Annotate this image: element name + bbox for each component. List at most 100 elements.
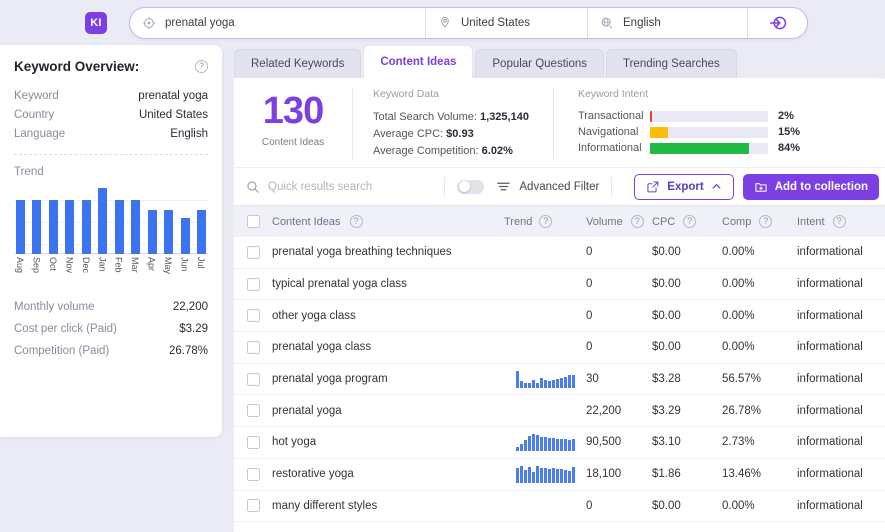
question-mark-icon[interactable]: ? (759, 215, 773, 228)
intent-row: Transactional 2% (578, 108, 810, 124)
row-select-cell[interactable] (234, 499, 272, 513)
language-select[interactable]: English (587, 7, 747, 38)
cell-trend-sparkline (504, 339, 586, 356)
column-intent[interactable]: Intent ? (797, 215, 885, 228)
row-select-cell[interactable] (234, 467, 272, 481)
content-ideas-count: 130 (262, 90, 324, 132)
keyword-search-segment[interactable]: prenatal yoga (130, 8, 425, 38)
country-select[interactable]: United States (425, 7, 587, 38)
sparkline-bar (555, 379, 559, 388)
intent-percent: 84% (777, 142, 800, 154)
sparkline-bar (563, 377, 567, 388)
cell-content-idea[interactable]: prenatal yoga program (272, 373, 504, 385)
cell-comp: 0.00% (722, 278, 755, 291)
trend-x-label: Aug (15, 257, 25, 274)
add-to-collection-button[interactable]: Add to collection (742, 173, 879, 200)
intent-percent: 2% (777, 110, 794, 122)
trend-bar (180, 217, 190, 254)
row-select-cell[interactable] (234, 372, 272, 386)
results-toggle[interactable] (457, 179, 485, 194)
export-button[interactable]: Export (634, 173, 734, 200)
sparkline-bar (539, 436, 543, 451)
row-select-cell[interactable] (234, 340, 272, 354)
intent-percent: 15% (777, 126, 800, 138)
column-trend[interactable]: Trend ? (504, 215, 586, 228)
trend-x-label: Jan (97, 257, 108, 272)
tab-content-ideas[interactable]: Content Ideas (363, 45, 474, 78)
column-content-ideas[interactable]: Content Ideas ? (272, 215, 504, 228)
table-row[interactable]: typical prenatal yoga class 0 $0.00 0.00% in… (234, 269, 885, 301)
tab-related-keywords[interactable]: Related Keywords (234, 49, 362, 78)
cell-cpc: $1.86 (652, 468, 681, 481)
table-row[interactable]: restorative yoga 18,100 $1.86 13.46% informa… (234, 459, 885, 491)
trend-bar (114, 199, 124, 254)
sparkline-bar (559, 469, 563, 483)
cell-content-idea[interactable]: restorative yoga (272, 468, 504, 480)
sparkline-bar (539, 468, 543, 483)
cell-comp: 26.78% (722, 404, 762, 417)
row-select-cell[interactable] (234, 245, 272, 259)
cell-content-idea[interactable]: many different styles (272, 500, 504, 512)
row-checkbox[interactable] (246, 372, 260, 386)
table-row[interactable]: prenatal yoga program 30 $3.28 56.57% inform… (234, 364, 885, 396)
question-mark-icon[interactable]: ? (832, 215, 846, 228)
select-all-cell[interactable] (234, 215, 272, 228)
cell-content-idea[interactable]: prenatal yoga class (272, 341, 504, 353)
cell-content-idea[interactable]: hot yoga (272, 436, 504, 448)
select-all-checkbox[interactable] (246, 215, 260, 228)
table-row[interactable]: prenatal yoga 22,200 $3.29 26.78% informatio… (234, 395, 885, 428)
row-select-cell[interactable] (234, 309, 272, 323)
stat-label: Competition (Paid) (14, 345, 110, 358)
table-row[interactable]: hot yoga 90,500 $3.10 2.73% informational (234, 427, 885, 459)
column-comp[interactable]: Comp ? (722, 215, 797, 228)
sparkline-bar (527, 436, 531, 451)
row-checkbox[interactable] (246, 245, 260, 259)
row-checkbox[interactable] (246, 277, 260, 291)
cell-content-idea[interactable]: typical prenatal yoga class (272, 278, 504, 290)
table-row[interactable]: many different styles 0 $0.00 0.00% informat… (234, 491, 885, 523)
question-mark-icon[interactable]: ? (195, 60, 208, 73)
row-checkbox[interactable] (246, 499, 260, 513)
table-row[interactable]: other yoga class 0 $0.00 0.00% informational (234, 300, 885, 333)
tab-popular-questions[interactable]: Popular Questions (475, 49, 604, 78)
app-logo[interactable]: KI (85, 11, 107, 34)
row-select-cell[interactable] (234, 435, 272, 449)
search-submit-button[interactable] (747, 7, 807, 38)
stat-row: Competition (Paid) 26.78% (14, 340, 208, 362)
keyword-search-value: prenatal yoga (165, 16, 235, 29)
row-checkbox[interactable] (246, 404, 260, 418)
quick-search-group[interactable] (246, 180, 433, 194)
cell-comp: 0.00% (722, 499, 755, 512)
sparkline-bar (523, 382, 527, 388)
trend-x-label: May (163, 257, 174, 275)
cell-content-idea[interactable]: prenatal yoga breathing techniques (272, 246, 504, 258)
global-search-bar: prenatal yoga United States English (129, 6, 808, 39)
language-value: English (623, 16, 661, 29)
row-select-cell[interactable] (234, 404, 272, 418)
keyword-data-label: Total Search Volume: (373, 110, 477, 123)
row-select-cell[interactable] (234, 277, 272, 291)
advanced-filter-button[interactable]: Advanced Filter (496, 179, 599, 194)
sparkline-bar (531, 472, 535, 483)
divider (611, 176, 613, 197)
results-toolbar: Advanced Filter Export (234, 167, 885, 205)
question-mark-icon[interactable]: ? (539, 215, 553, 228)
question-mark-icon[interactable]: ? (630, 215, 644, 228)
column-cpc[interactable]: CPC ? (652, 215, 722, 228)
row-checkbox[interactable] (246, 435, 260, 449)
question-mark-icon[interactable]: ? (683, 215, 697, 228)
tab-trending-searches[interactable]: Trending Searches (606, 49, 737, 78)
table-row[interactable]: prenatal yoga breathing techniques 0 $0.00… (234, 237, 885, 269)
row-checkbox[interactable] (246, 309, 260, 323)
table-row[interactable]: prenatal yoga class 0 $0.00 0.00% informatio… (234, 332, 885, 364)
table-header: Content Ideas ? Trend ? Volume ? CPC ? C… (234, 205, 885, 237)
column-volume[interactable]: Volume ? (586, 215, 652, 228)
keyword-stats-list: Monthly volume 22,200 Cost per click (Pa… (14, 296, 208, 362)
row-checkbox[interactable] (246, 467, 260, 481)
row-checkbox[interactable] (246, 340, 260, 354)
cell-content-idea[interactable]: prenatal yoga (272, 405, 504, 417)
cell-content-idea[interactable]: other yoga class (272, 310, 504, 322)
trend-label: Trend (14, 166, 44, 178)
search-input[interactable] (268, 180, 433, 193)
question-mark-icon[interactable]: ? (349, 215, 363, 228)
